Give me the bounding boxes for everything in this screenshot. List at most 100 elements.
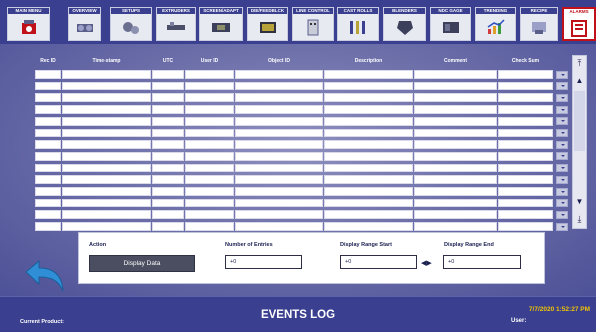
table-cell	[235, 93, 323, 103]
current-product-label: Current Product:	[20, 319, 64, 325]
table-cell	[235, 128, 323, 138]
scroll-down-icon[interactable]: ▼	[574, 197, 585, 207]
table-cell	[185, 210, 234, 220]
row-detail-button[interactable]	[556, 117, 568, 126]
nav-die-feedblock[interactable]: DIE/FEEDBLCK	[247, 7, 288, 41]
table-cell	[185, 151, 234, 161]
table-cell	[498, 128, 553, 138]
table-cell	[235, 140, 323, 149]
nav-label: DIE/FEEDBLCK	[248, 8, 287, 14]
row-detail-button[interactable]	[556, 187, 568, 196]
row-detail-button[interactable]	[556, 105, 568, 114]
table-cell	[152, 198, 184, 208]
nav-extruders[interactable]: EXTRUDERS	[156, 7, 196, 41]
table-cell	[62, 140, 151, 149]
row-detail-button[interactable]	[556, 175, 568, 184]
table-cell	[235, 163, 323, 173]
table-cell	[235, 187, 323, 196]
row-detail-button[interactable]	[556, 140, 568, 149]
column-header: Object ID	[268, 58, 290, 64]
table-cell	[414, 187, 497, 196]
alarms-icon	[571, 20, 587, 37]
table-cell	[62, 187, 151, 196]
range-arrows-icon[interactable]: ◀▶	[421, 259, 432, 267]
table-cell	[324, 81, 413, 91]
table-cell	[235, 222, 323, 231]
column-header: Rec ID	[40, 58, 56, 64]
scroll-thumb[interactable]	[574, 91, 585, 151]
table-cell	[185, 175, 234, 185]
line-control-icon	[307, 19, 319, 36]
nav-screen-adapt[interactable]: SCREEN/ADAPT	[199, 7, 243, 41]
column-header: Description	[354, 58, 383, 64]
table-cell	[498, 140, 553, 149]
table-cell	[235, 198, 323, 208]
table-cell	[324, 198, 413, 208]
row-detail-button[interactable]	[556, 164, 568, 173]
nav-ndc-gage[interactable]: NDC GAGE	[430, 7, 471, 41]
column-header: Time-stamp	[92, 58, 121, 64]
nav-recipe[interactable]: RECIPE	[520, 7, 558, 41]
entries-field[interactable]: +0	[225, 255, 302, 269]
scroll-bottom-icon[interactable]: ⤓	[574, 214, 585, 224]
row-detail-button[interactable]	[556, 70, 568, 79]
nav-setups[interactable]: SETUPS	[110, 7, 152, 41]
table-cell	[62, 198, 151, 208]
table-cell	[35, 175, 61, 185]
table-cell	[414, 81, 497, 91]
table-cell	[498, 81, 553, 91]
table-scrollbar[interactable]: ⤒ ▲ ▼ ⤓	[572, 55, 587, 229]
nav-label: CAST ROLLS	[338, 8, 378, 14]
table-cell	[152, 140, 184, 149]
display-data-button[interactable]: Display Data	[89, 255, 195, 272]
table-cell	[35, 128, 61, 138]
row-detail-button[interactable]	[556, 152, 568, 161]
table-cell	[498, 198, 553, 208]
table-cell	[35, 210, 61, 220]
nav-line-control[interactable]: LINE CONTROL	[292, 7, 334, 41]
table-cell	[152, 222, 184, 231]
table-cell	[35, 198, 61, 208]
table-cell	[152, 105, 184, 114]
row-detail-button[interactable]	[556, 93, 568, 102]
table-cell	[62, 163, 151, 173]
table-cell	[498, 163, 553, 173]
table-cell	[152, 81, 184, 91]
scroll-up-icon[interactable]: ▲	[574, 76, 585, 86]
back-arrow-icon[interactable]	[24, 258, 66, 294]
table-cell	[235, 210, 323, 220]
scroll-top-icon[interactable]: ⤒	[574, 58, 585, 68]
overview-icon	[76, 24, 93, 32]
nav-cast-rolls[interactable]: CAST ROLLS	[337, 7, 379, 41]
table-cell	[35, 93, 61, 103]
table-cell	[62, 151, 151, 161]
nav-overview[interactable]: OVERVIEW	[68, 7, 101, 41]
nav-label: BLENDERS	[384, 8, 425, 14]
nav-trending[interactable]: TRENDING	[475, 7, 516, 41]
table-cell	[152, 70, 184, 79]
table-cell	[324, 70, 413, 79]
table-cell	[324, 187, 413, 196]
nav-main-menu[interactable]: MAIN MENU	[7, 7, 50, 41]
row-detail-button[interactable]	[556, 82, 568, 91]
row-detail-button[interactable]	[556, 199, 568, 208]
row-detail-button[interactable]	[556, 222, 568, 231]
table-cell	[324, 93, 413, 103]
nav-alarms[interactable]: ALARMS	[562, 7, 596, 41]
nav-label: MAIN MENU	[8, 8, 49, 14]
range-end-label: Display Range End	[444, 242, 494, 248]
trending-icon	[487, 19, 505, 34]
nav-blenders[interactable]: BLENDERS	[383, 7, 426, 41]
row-detail-button[interactable]	[556, 210, 568, 219]
table-cell	[62, 81, 151, 91]
row-detail-button[interactable]	[556, 129, 568, 137]
nav-label: RECIPE	[521, 8, 557, 14]
range-end-field[interactable]: +0	[443, 255, 521, 269]
table-cell	[152, 128, 184, 138]
table-cell	[35, 151, 61, 161]
range-start-field[interactable]: +0	[340, 255, 417, 269]
extruders-icon	[167, 22, 185, 30]
table-cell	[235, 151, 323, 161]
table-cell	[498, 151, 553, 161]
table-cell	[414, 116, 497, 126]
